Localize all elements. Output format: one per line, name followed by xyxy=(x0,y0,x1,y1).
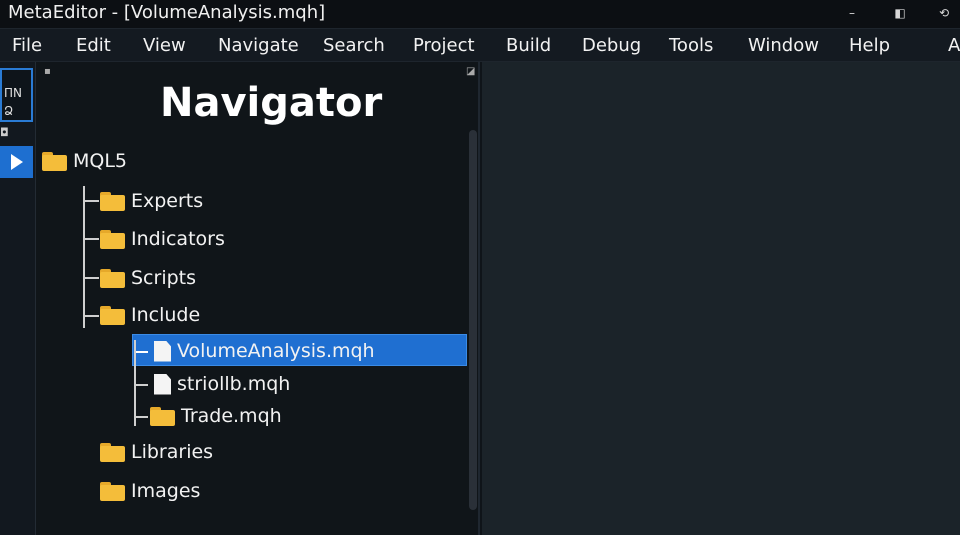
menu-navigate[interactable]: Navigate xyxy=(218,35,299,56)
tree-branch xyxy=(83,277,99,279)
file-icon xyxy=(154,373,171,395)
tree-node-label: MQL5 xyxy=(73,150,128,172)
tree-node-label: Include xyxy=(131,304,201,326)
restore-icon[interactable]: ⟲ xyxy=(932,4,956,22)
folder-icon xyxy=(100,268,125,288)
folder-icon xyxy=(42,151,67,171)
tree-node-label: Experts xyxy=(131,190,204,212)
title-bar: MetaEditor - [VolumeAnalysis.mqh] – ◧ ⟲ xyxy=(0,0,960,28)
file-icon xyxy=(154,340,171,362)
panel-pin-icon[interactable]: ◪ xyxy=(466,66,475,77)
tree-node-trade[interactable]: Trade.mqh xyxy=(150,402,282,430)
tree-node-experts[interactable]: Experts xyxy=(100,187,203,215)
menu-view[interactable]: View xyxy=(143,35,186,56)
tree-branch xyxy=(83,200,99,202)
folder-icon xyxy=(100,442,125,462)
panel-handle-icon[interactable]: ▪ xyxy=(44,66,51,77)
tree-node-mql5[interactable]: MQL5 xyxy=(42,147,127,175)
tree-node-label: Libraries xyxy=(131,441,214,463)
tree-node-images[interactable]: Images xyxy=(100,477,200,505)
navigator-title: Navigator xyxy=(160,80,383,126)
minimize-button[interactable]: – xyxy=(840,4,864,22)
folder-icon xyxy=(150,406,175,426)
tree-node-indicators[interactable]: Indicators xyxy=(100,225,225,253)
menu-help[interactable]: Help xyxy=(849,35,890,56)
menu-edit[interactable]: Edit xyxy=(76,35,111,56)
tree-node-label: Images xyxy=(131,480,201,502)
tree-node-label: VolumeAnalysis.mqh xyxy=(177,340,375,362)
folder-icon xyxy=(100,481,125,501)
tree-node-striollb[interactable]: striollb.mqh xyxy=(154,370,290,398)
tree-node-label: Trade.mqh xyxy=(181,405,282,427)
tree-node-volumeanalysis[interactable]: VolumeAnalysis.mqh xyxy=(154,337,375,365)
play-icon xyxy=(10,154,23,170)
tree-node-label: Scripts xyxy=(131,267,197,289)
tree-guide-line xyxy=(83,186,85,328)
menu-search[interactable]: Search xyxy=(323,35,385,56)
tree-branch xyxy=(83,238,99,240)
tree-branch xyxy=(136,351,148,353)
window-title: MetaEditor - [VolumeAnalysis.mqh] xyxy=(8,2,326,23)
menu-window[interactable]: Window xyxy=(748,35,819,56)
strip-label-2: Ձ xyxy=(4,104,14,118)
tree-node-label: striollb.mqh xyxy=(177,373,291,395)
navigator-scrollbar[interactable] xyxy=(469,130,477,510)
strip-label-1: ΠΝ xyxy=(4,86,22,100)
menu-project[interactable]: Project xyxy=(413,35,475,56)
folder-icon xyxy=(100,191,125,211)
menu-file[interactable]: File xyxy=(12,35,42,56)
editor-area[interactable] xyxy=(482,62,960,535)
left-toolbar: ΠΝ Ձ ◘ xyxy=(0,62,36,535)
maximize-button[interactable]: ◧ xyxy=(888,4,912,22)
tree-branch xyxy=(136,416,148,418)
tree-node-include[interactable]: Include xyxy=(100,301,200,329)
folder-icon xyxy=(100,305,125,325)
tree-node-libraries[interactable]: Libraries xyxy=(100,438,213,466)
small-square-icon: ◘ xyxy=(0,126,9,139)
menu-build[interactable]: Build xyxy=(506,35,551,56)
tree-node-scripts[interactable]: Scripts xyxy=(100,264,196,292)
menu-bar: File Edit View Navigate Search Project B… xyxy=(0,28,960,62)
menu-overflow[interactable]: A xyxy=(948,35,960,56)
strip-panel-button[interactable]: ΠΝ Ձ xyxy=(0,68,33,122)
run-button[interactable] xyxy=(0,146,33,178)
folder-icon xyxy=(100,229,125,249)
tree-node-label: Indicators xyxy=(131,228,225,250)
tree-branch xyxy=(83,315,99,317)
menu-debug[interactable]: Debug xyxy=(582,35,641,56)
menu-tools[interactable]: Tools xyxy=(669,35,713,56)
tree-branch xyxy=(136,384,148,386)
